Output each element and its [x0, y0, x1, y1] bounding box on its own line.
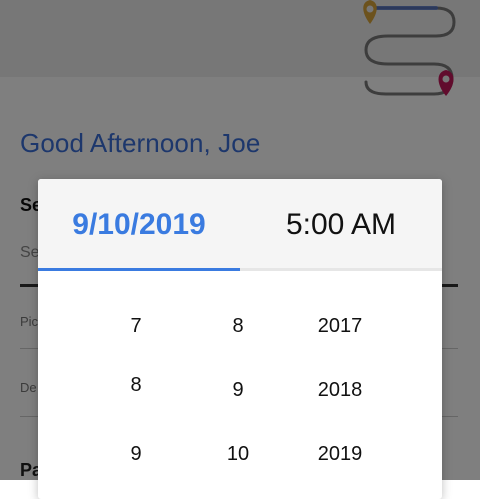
date-time-picker-dialog: 9/10/2019 5:00 AM 7 8 9 8 9 10 2017 2018…: [38, 179, 442, 499]
year-item[interactable]: 2019: [300, 443, 380, 466]
month-wheel[interactable]: 7 8 9: [96, 271, 176, 499]
day-item[interactable]: 9: [198, 379, 278, 402]
month-item[interactable]: 8: [96, 374, 176, 397]
year-wheel[interactable]: 2017 2018 2019: [300, 271, 380, 499]
picker-header: 9/10/2019 5:00 AM: [38, 179, 442, 271]
month-item[interactable]: 9: [96, 443, 176, 466]
day-wheel[interactable]: 8 9 10: [198, 271, 278, 499]
year-item[interactable]: 2018: [300, 379, 380, 402]
month-item[interactable]: 7: [96, 315, 176, 338]
date-tab[interactable]: 9/10/2019: [38, 179, 240, 271]
year-item[interactable]: 2017: [300, 315, 380, 338]
time-tab[interactable]: 5:00 AM: [240, 179, 442, 271]
day-item[interactable]: 8: [198, 315, 278, 338]
day-item[interactable]: 10: [198, 443, 278, 466]
